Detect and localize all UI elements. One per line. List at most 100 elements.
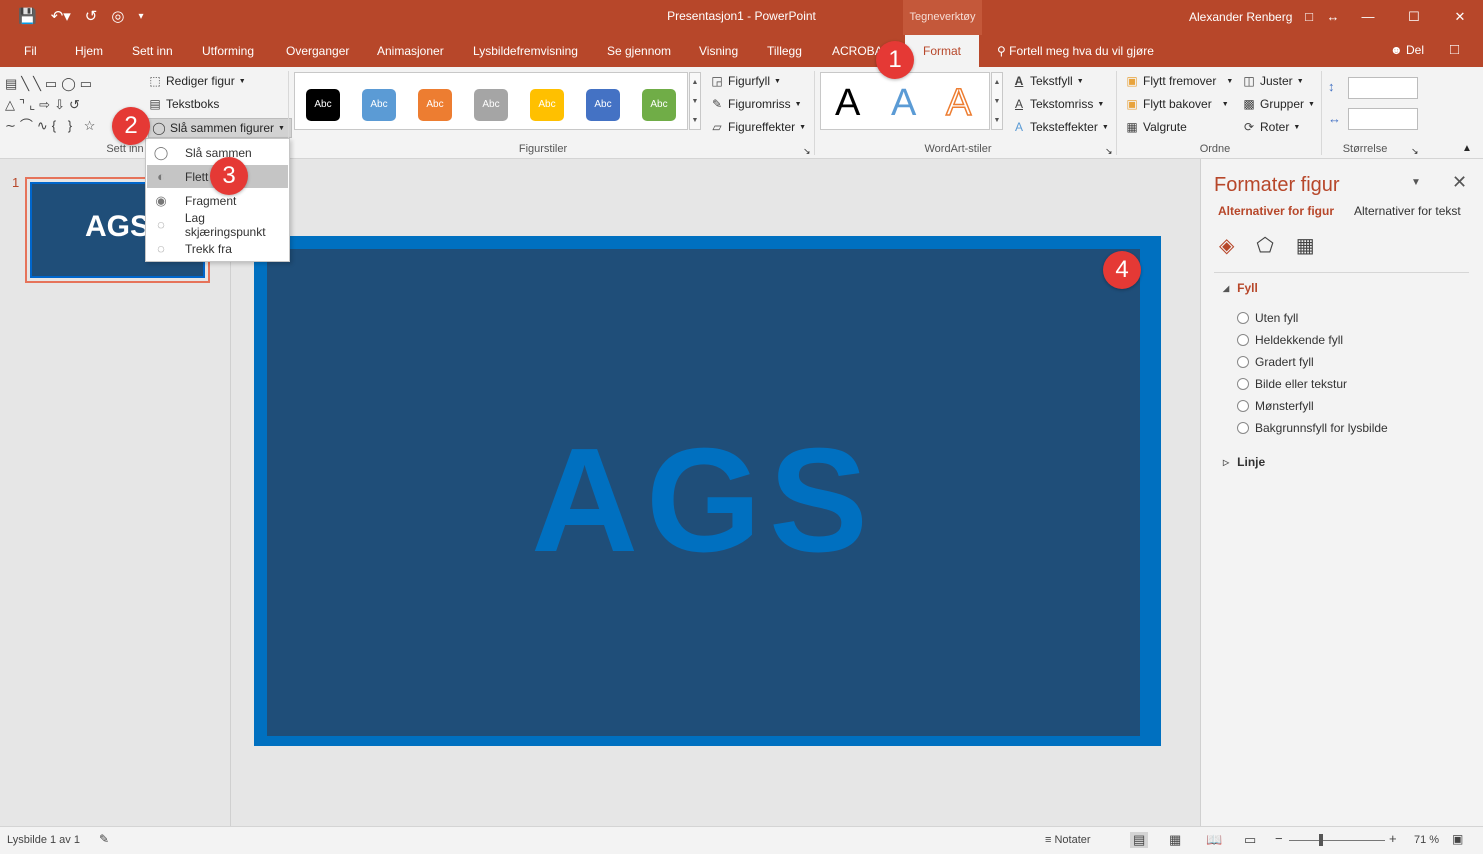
tab-sett-inn[interactable]: Sett inn <box>132 44 173 58</box>
edit-shape-button[interactable]: ⬚ Rediger figur ▼ <box>148 74 245 88</box>
shape-style-swatch[interactable]: Abc <box>418 89 452 121</box>
tab-hjem[interactable]: Hjem <box>75 44 103 58</box>
shape-fill-button[interactable]: ◲ Figurfyll ▼ <box>710 74 781 88</box>
rotate-button[interactable]: ⟳ Roter ▼ <box>1242 120 1300 134</box>
reading-view-icon[interactable]: 📖 <box>1206 832 1222 848</box>
notes-button[interactable]: ≡ Notater <box>1045 834 1091 846</box>
bring-forward-button[interactable]: ▣ Flytt fremover ▼ <box>1125 74 1233 88</box>
fit-to-window-icon[interactable]: ▣ <box>1452 832 1463 846</box>
minimize-icon[interactable]: — <box>1345 0 1391 35</box>
undo-icon[interactable]: ↶▾ <box>51 8 71 26</box>
slide-text-ags[interactable]: AGS <box>267 421 1140 581</box>
zoom-level[interactable]: 71 % <box>1414 834 1439 846</box>
fill-section-header[interactable]: ◢ Fyll <box>1223 281 1258 295</box>
shape-width-input[interactable] <box>1348 108 1418 130</box>
wordart-style-orange[interactable]: A <box>945 82 972 124</box>
wordart-style-blue[interactable]: A <box>891 83 916 123</box>
zoom-in-icon[interactable]: + <box>1389 831 1397 846</box>
maximize-icon[interactable]: ☐ <box>1391 0 1437 35</box>
shape-style-swatch[interactable]: Abc <box>306 89 340 121</box>
fill-line-icon[interactable]: ◈ <box>1219 233 1234 258</box>
ribbon-display-icon[interactable]: □ <box>1297 0 1321 35</box>
user-name[interactable]: Alexander Renberg <box>1189 10 1292 24</box>
text-fill-button[interactable]: A Tekstfyll ▼ <box>1012 74 1084 88</box>
line-section-header[interactable]: ▷ Linje <box>1223 455 1265 469</box>
size-properties-icon[interactable]: ▦ <box>1296 233 1315 258</box>
fill-option-radio[interactable]: Bilde eller tekstur <box>1237 377 1347 391</box>
collapse-ribbon-icon[interactable]: ▲ <box>1462 143 1472 154</box>
shape-style-swatch[interactable]: Abc <box>474 89 508 121</box>
tab-utforming[interactable]: Utforming <box>202 44 254 58</box>
slideshow-view-icon[interactable]: ▭ <box>1244 832 1256 848</box>
close-icon[interactable]: ✕ <box>1437 0 1483 35</box>
tab-text-options[interactable]: Alternativer for tekst <box>1354 204 1461 218</box>
tab-overganger[interactable]: Overganger <box>286 44 349 58</box>
fill-option-radio[interactable]: Uten fyll <box>1237 311 1298 325</box>
tab-format[interactable]: Format <box>905 35 980 67</box>
zoom-slider[interactable] <box>1289 840 1385 841</box>
shape-styles-gallery[interactable]: Abc Abc Abc Abc Abc Abc Abc <box>294 72 688 130</box>
slide-canvas[interactable]: AGS <box>254 236 1161 746</box>
effects-pentagon-icon[interactable]: ⬠ <box>1256 233 1273 258</box>
dialog-launcher-icon[interactable]: ↘ <box>1411 146 1419 157</box>
share-button[interactable]: ☻ Del <box>1390 43 1424 57</box>
resize-icon[interactable]: ↔ <box>1321 0 1345 35</box>
tab-animasjoner[interactable]: Animasjoner <box>377 44 444 58</box>
selection-pane-button[interactable]: ▦ Valgrute <box>1125 120 1186 134</box>
fill-option-radio[interactable]: Heldekkende fyll <box>1237 333 1343 347</box>
redo-icon[interactable]: ↺ <box>85 8 98 26</box>
dialog-launcher-icon[interactable]: ↘ <box>803 146 811 157</box>
radio-icon[interactable] <box>1237 378 1249 390</box>
shape-height-input[interactable] <box>1348 77 1418 99</box>
tell-me-search[interactable]: ⚲ Fortell meg hva du vil gjøre <box>997 44 1154 58</box>
fill-option-radio[interactable]: Mønsterfyll <box>1237 399 1314 413</box>
shape-style-swatch[interactable]: Abc <box>362 89 396 121</box>
group-label-shape-styles: Figurstiler <box>518 143 568 155</box>
wordart-style-black[interactable]: A <box>835 83 860 123</box>
radio-icon[interactable] <box>1237 312 1249 324</box>
dialog-launcher-icon[interactable]: ↘ <box>1105 146 1113 157</box>
merge-shapes-button[interactable]: ◯ Slå sammen figurer ▼ <box>148 118 292 138</box>
customize-qat-icon[interactable]: ▾ <box>138 8 143 26</box>
pane-close-icon[interactable]: ✕ <box>1452 172 1467 193</box>
save-icon[interactable]: 💾 <box>18 8 37 26</box>
send-backward-button[interactable]: ▣ Flytt bakover ▼ <box>1125 97 1228 111</box>
normal-view-icon[interactable]: ▤ <box>1130 832 1149 848</box>
menu-item-subtract[interactable]: ◌ Trekk fra <box>147 237 288 260</box>
menu-item-intersect[interactable]: ◌ Lag skjæringspunkt <box>147 211 288 239</box>
shape-effects-button[interactable]: ▱ Figureffekter ▼ <box>710 120 806 134</box>
wordart-scroll[interactable]: ▲ ▼ ▼ <box>991 72 1003 130</box>
zoom-slider-thumb[interactable] <box>1319 834 1323 846</box>
shape-style-swatch[interactable]: Abc <box>586 89 620 121</box>
tab-fil[interactable]: Fil <box>24 44 37 58</box>
tab-visning[interactable]: Visning <box>699 44 738 58</box>
tab-lysbildefremvisning[interactable]: Lysbildefremvisning <box>473 44 578 58</box>
align-button[interactable]: ◫ Juster ▼ <box>1242 74 1303 88</box>
text-effects-button[interactable]: A Teksteffekter ▼ <box>1012 120 1109 134</box>
zoom-out-icon[interactable]: − <box>1275 831 1283 846</box>
tab-se-gjennom[interactable]: Se gjennom <box>607 44 671 58</box>
group-button[interactable]: ▩ Grupper ▼ <box>1242 97 1315 111</box>
menu-item-fragment[interactable]: ◉ Fragment <box>147 189 288 212</box>
shape-style-swatch[interactable]: Abc <box>642 89 676 121</box>
fill-option-radio[interactable]: Bakgrunnsfyll for lysbilde <box>1237 421 1388 435</box>
spellcheck-icon[interactable]: ✎ <box>99 832 109 846</box>
slide-sorter-icon[interactable]: ▦ <box>1169 832 1181 848</box>
pane-options-icon[interactable]: ▼ <box>1411 177 1421 188</box>
tab-shape-options[interactable]: Alternativer for figur <box>1218 204 1334 218</box>
textbox-button[interactable]: ▤ Tekstboks <box>148 97 219 111</box>
shape-style-swatch[interactable]: Abc <box>530 89 564 121</box>
text-outline-button[interactable]: A Tekstomriss ▼ <box>1012 97 1104 111</box>
comment-icon[interactable]: □ <box>1450 41 1459 58</box>
wordart-gallery[interactable]: A A A <box>820 72 990 130</box>
tab-tillegg[interactable]: Tillegg <box>767 44 802 58</box>
shape-outline-button[interactable]: ✎ Figuromriss ▼ <box>710 97 802 111</box>
start-slideshow-icon[interactable]: ◎ <box>111 8 124 26</box>
shape-styles-scroll[interactable]: ▲ ▼ ▼ <box>689 72 701 130</box>
radio-icon[interactable] <box>1237 334 1249 346</box>
radio-icon[interactable] <box>1237 400 1249 412</box>
radio-icon[interactable] <box>1237 422 1249 434</box>
fill-option-radio[interactable]: Gradert fyll <box>1237 355 1314 369</box>
slide-shape[interactable]: AGS <box>267 249 1140 736</box>
radio-icon[interactable] <box>1237 356 1249 368</box>
